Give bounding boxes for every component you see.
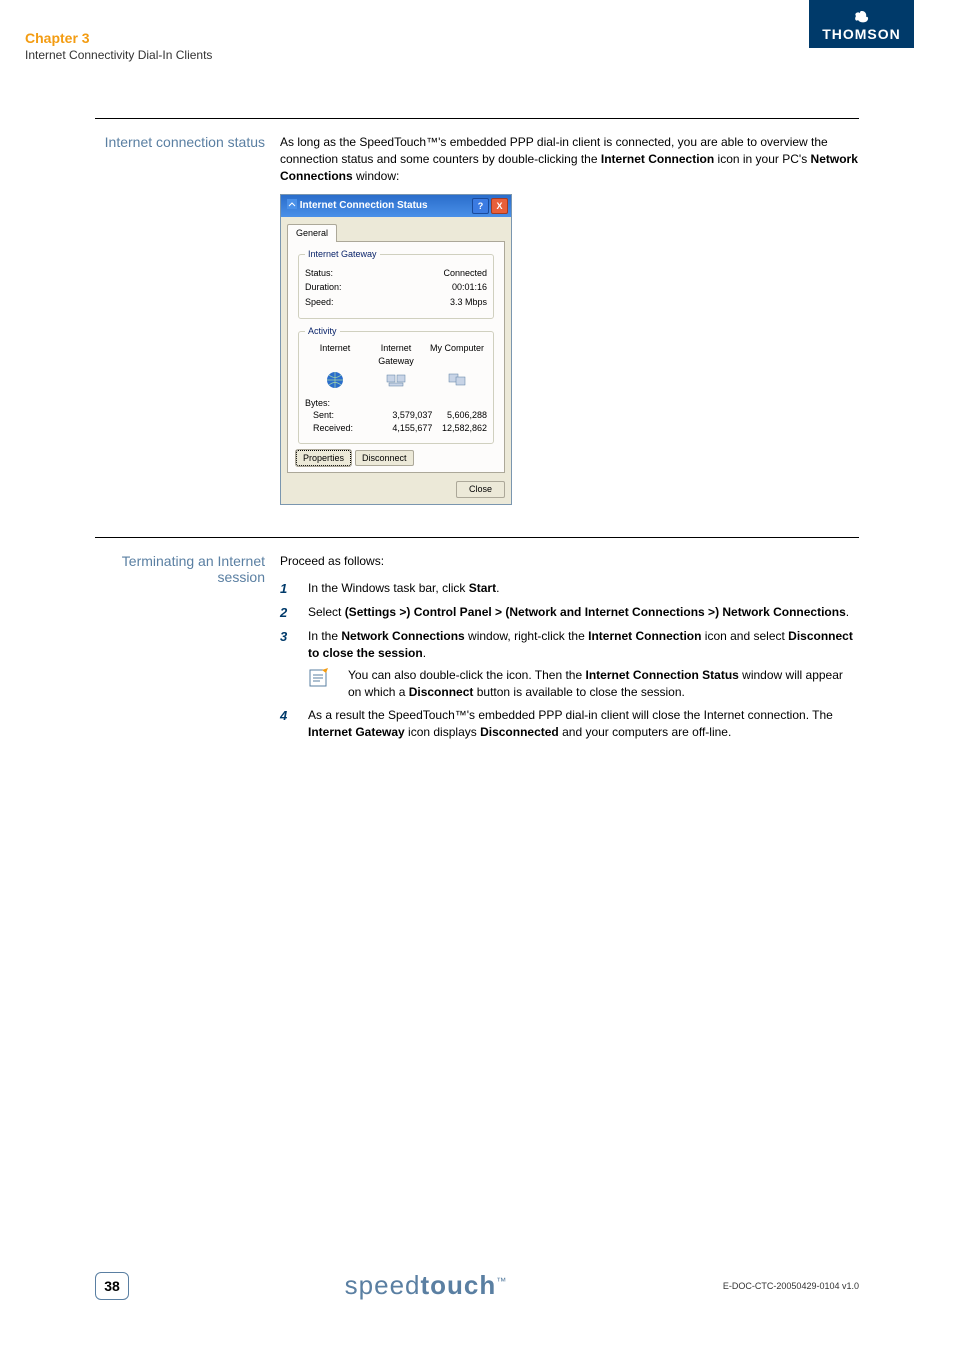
duration-value: 00:01:16 xyxy=(452,281,487,294)
globe-icon xyxy=(305,371,365,393)
doc-id: E-DOC-CTC-20050429-0104 v1.0 xyxy=(723,1281,859,1291)
group-gateway: Internet Gateway Status: Connected Durati… xyxy=(298,248,494,319)
activity-col-gateway: Internet Gateway xyxy=(366,342,426,367)
speed-value: 3.3 Mbps xyxy=(450,296,487,309)
sent-value-2: 5,606,288 xyxy=(432,409,487,422)
gateway-pcs-icon xyxy=(366,371,426,393)
section-body: Proceed as follows: 1 In the Windows tas… xyxy=(280,553,859,747)
sent-value-1: 3,579,037 xyxy=(378,409,433,422)
titlebar-buttons: ? X xyxy=(472,198,508,214)
chapter-title: Chapter 3 xyxy=(25,30,212,46)
connection-status-dialog: Internet Connection Status ? X General I… xyxy=(280,194,512,504)
sent-label: Sent: xyxy=(305,409,378,422)
close-button[interactable]: X xyxy=(491,198,508,214)
proceed-text: Proceed as follows: xyxy=(280,553,859,570)
group-gateway-legend: Internet Gateway xyxy=(305,248,380,261)
page-content: Internet connection status As long as th… xyxy=(0,88,954,747)
properties-button[interactable]: Properties xyxy=(296,450,351,467)
step-number: 2 xyxy=(280,604,308,622)
tab-pane: Internet Gateway Status: Connected Durati… xyxy=(287,241,505,473)
dialog-titlebar: Internet Connection Status ? X xyxy=(281,195,511,217)
section-body: As long as the SpeedTouch™'s embedded PP… xyxy=(280,134,859,517)
para-intro: As long as the SpeedTouch™'s embedded PP… xyxy=(280,134,859,184)
page-footer: 38 speedtouch™ E-DOC-CTC-20050429-0104 v… xyxy=(0,1270,954,1301)
page-header: Chapter 3 Internet Connectivity Dial-In … xyxy=(0,0,954,88)
note-text: You can also double-click the icon. Then… xyxy=(348,667,859,701)
dialog-title-text: Internet Connection Status xyxy=(287,199,428,213)
chapter-subtitle: Internet Connectivity Dial-In Clients xyxy=(25,48,212,62)
section-terminating: Terminating an Internet session Proceed … xyxy=(95,537,859,747)
thomson-swirl-icon xyxy=(819,10,904,26)
disconnect-button[interactable]: Disconnect xyxy=(355,450,414,467)
thomson-text: THOMSON xyxy=(822,26,901,42)
section-label: Terminating an Internet session xyxy=(95,553,280,747)
steps-list: 1 In the Windows task bar, click Start. … xyxy=(280,580,859,741)
section-label: Internet connection status xyxy=(95,134,280,517)
step-number: 3 xyxy=(280,628,308,701)
speed-label: Speed: xyxy=(305,296,334,309)
bytes-label: Bytes: xyxy=(305,397,487,410)
close-dialog-button[interactable]: Close xyxy=(456,481,505,498)
section-connection-status: Internet connection status As long as th… xyxy=(95,118,859,517)
step-3-body: In the Network Connections window, right… xyxy=(308,628,859,701)
tab-general[interactable]: General xyxy=(287,224,337,242)
speedtouch-logo: speedtouch™ xyxy=(129,1270,723,1301)
step-number: 4 xyxy=(280,707,308,741)
received-value-1: 4,155,677 xyxy=(378,422,433,435)
step-number: 1 xyxy=(280,580,308,598)
help-button[interactable]: ? xyxy=(472,198,489,214)
step-2-body: Select (Settings >) Control Panel > (Net… xyxy=(308,604,859,622)
note-icon xyxy=(308,667,348,701)
status-value: Connected xyxy=(443,267,487,280)
received-value-2: 12,582,862 xyxy=(432,422,487,435)
group-activity: Activity Internet Internet Gateway My Co… xyxy=(298,325,494,443)
computer-pcs-icon xyxy=(427,371,487,393)
step-1-body: In the Windows task bar, click Start. xyxy=(308,580,859,598)
activity-col-computer: My Computer xyxy=(427,342,487,367)
received-label: Received: xyxy=(305,422,378,435)
activity-col-internet: Internet xyxy=(305,342,365,367)
page-number: 38 xyxy=(95,1272,129,1300)
thomson-logo: THOMSON xyxy=(809,0,914,48)
group-activity-legend: Activity xyxy=(305,325,340,338)
step-4-body: As a result the SpeedTouch™'s embedded P… xyxy=(308,707,859,741)
status-label: Status: xyxy=(305,267,333,280)
header-left: Chapter 3 Internet Connectivity Dial-In … xyxy=(25,30,212,62)
duration-label: Duration: xyxy=(305,281,342,294)
note-box: You can also double-click the icon. Then… xyxy=(308,667,859,701)
dialog-body: General Internet Gateway Status: Connecte… xyxy=(281,217,511,503)
